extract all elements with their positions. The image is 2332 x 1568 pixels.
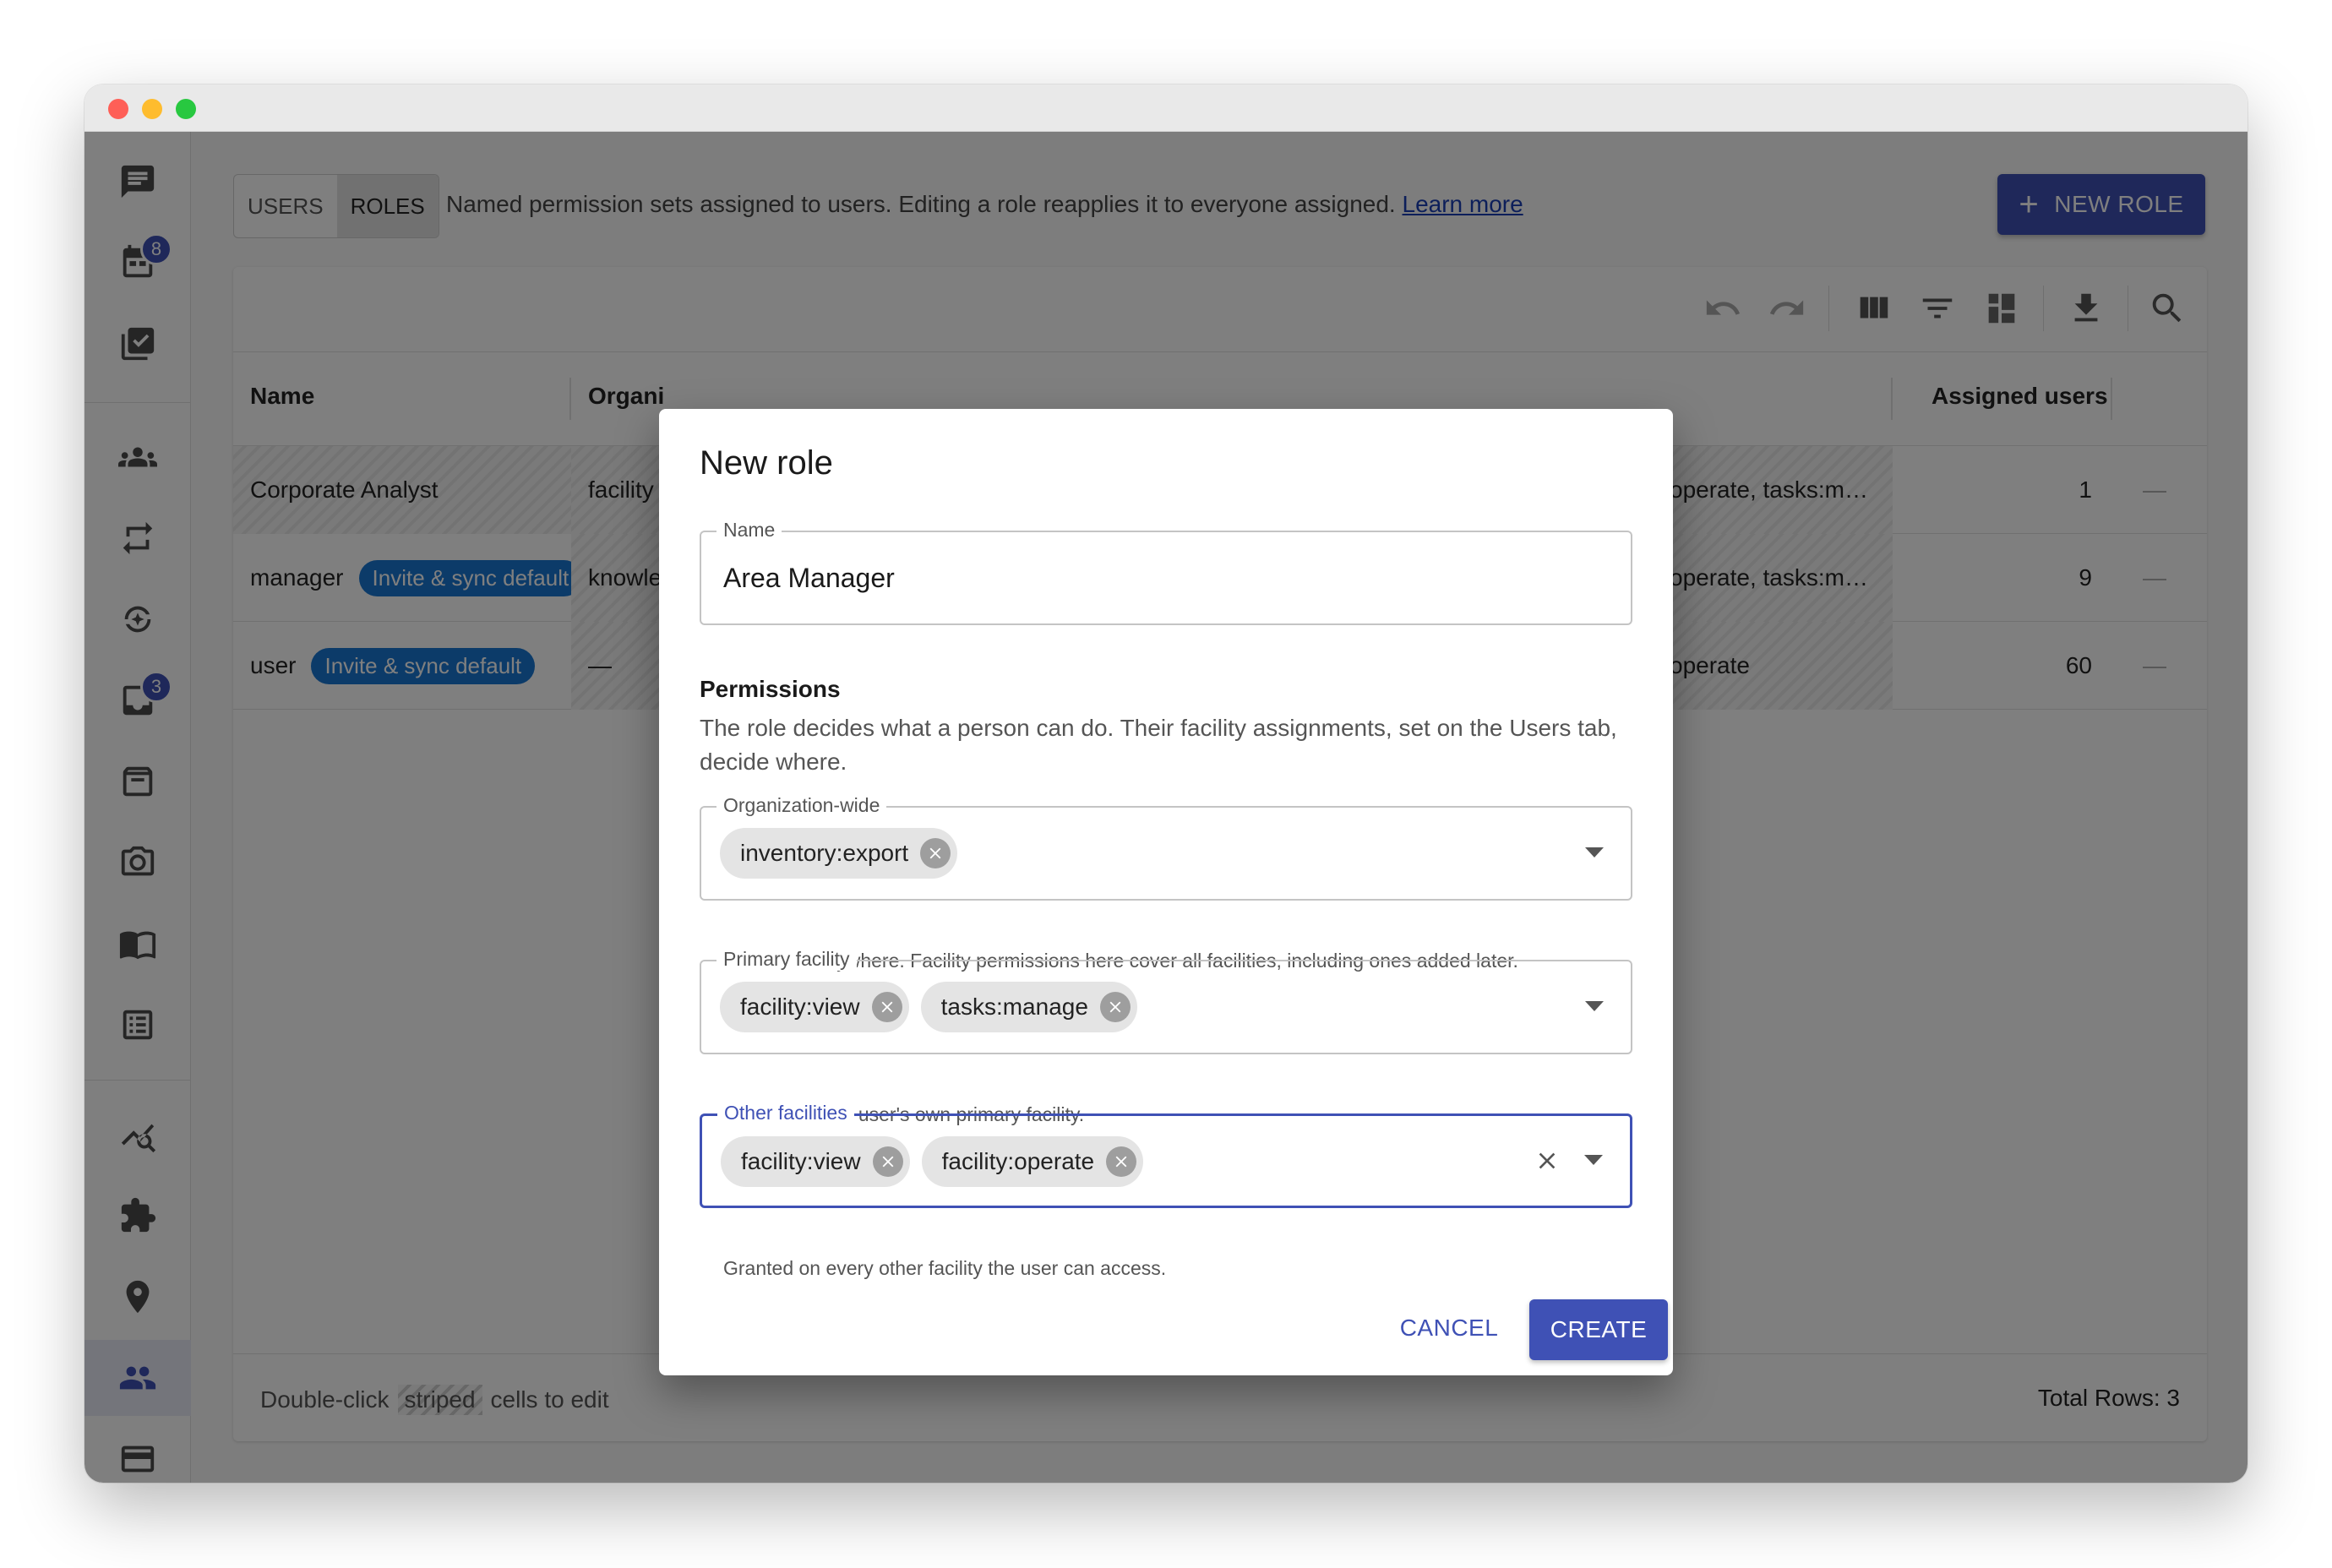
- role-name-input[interactable]: Area Manager: [723, 563, 895, 594]
- clear-all-icon[interactable]: [1534, 1147, 1561, 1174]
- chip-label: facility:operate: [941, 1148, 1095, 1174]
- dialog-title: New role: [700, 444, 833, 482]
- chip-label: facility:view: [741, 1148, 861, 1174]
- other-facilities-select[interactable]: Other facilities facility:view facility:…: [700, 1102, 1632, 1208]
- remove-chip-icon[interactable]: [1106, 1146, 1137, 1177]
- dropdown-caret-icon[interactable]: [1585, 847, 1604, 858]
- new-role-dialog: New role Name Area Manager Permissions T…: [659, 409, 1673, 1375]
- role-name-label: Name: [716, 519, 782, 542]
- organization-wide-label: Organization-wide: [716, 794, 887, 817]
- chip-label: tasks:manage: [940, 994, 1088, 1020]
- app-window: 8 3: [84, 84, 2248, 1483]
- title-bar: [84, 84, 2248, 132]
- remove-chip-icon[interactable]: [1099, 992, 1131, 1022]
- create-button[interactable]: CREATE: [1529, 1299, 1668, 1360]
- primary-facility-label: Primary facility: [716, 948, 857, 971]
- chip-label: facility:view: [740, 994, 860, 1020]
- close-window-button[interactable]: [108, 99, 128, 119]
- chip-list: facility:view facility:operate: [721, 1136, 1144, 1187]
- permissions-title: Permissions: [700, 676, 841, 702]
- chip-list: facility:view tasks:manage: [720, 982, 1137, 1032]
- chip-label: inventory:export: [740, 840, 909, 866]
- app-body: 8 3: [84, 132, 2248, 1483]
- other-facilities-helper: Granted on every other facility the user…: [723, 1257, 1167, 1279]
- primary-facility-select[interactable]: Primary facility facility:view tasks:man…: [700, 948, 1632, 1054]
- permissions-description: The role decides what a person can do. T…: [700, 715, 1617, 775]
- dropdown-caret-icon[interactable]: [1585, 1001, 1604, 1011]
- chip-list: inventory:export: [720, 828, 958, 879]
- role-name-field[interactable]: Name Area Manager: [700, 519, 1632, 625]
- dropdown-caret-icon[interactable]: [1584, 1155, 1603, 1165]
- minimize-window-button[interactable]: [142, 99, 162, 119]
- zoom-window-button[interactable]: [176, 99, 196, 119]
- permission-chip: tasks:manage: [920, 982, 1137, 1032]
- other-facilities-label: Other facilities: [717, 1102, 854, 1124]
- organization-wide-select[interactable]: Organization-wide inventory:export: [700, 794, 1632, 901]
- permission-chip: facility:view: [720, 982, 909, 1032]
- remove-chip-icon[interactable]: [872, 1146, 903, 1177]
- permission-chip: facility:operate: [921, 1136, 1144, 1187]
- remove-chip-icon[interactable]: [871, 992, 902, 1022]
- permission-chip: inventory:export: [720, 828, 958, 879]
- permission-chip: facility:view: [721, 1136, 910, 1187]
- remove-chip-icon[interactable]: [920, 838, 951, 868]
- cancel-button[interactable]: CANCEL: [1386, 1301, 1512, 1355]
